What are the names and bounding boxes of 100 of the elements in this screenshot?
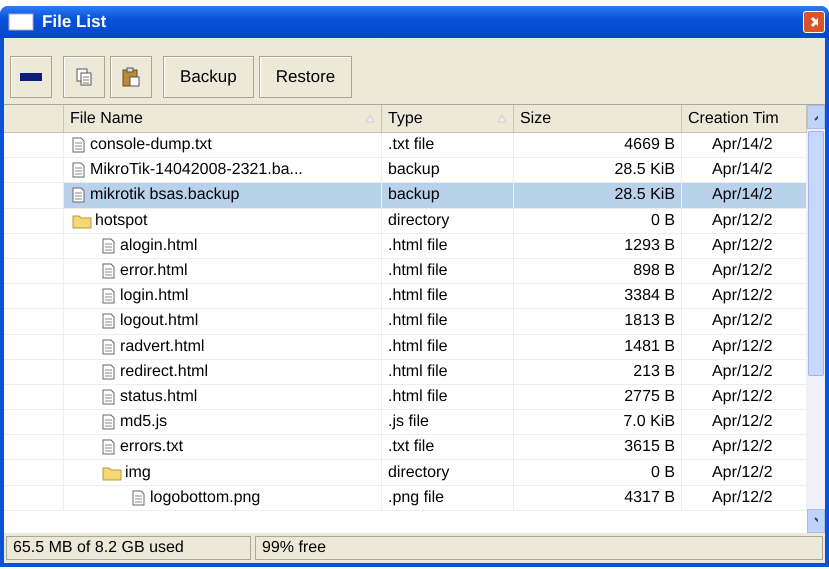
file-icon <box>102 364 115 380</box>
file-row[interactable]: logobottom.png .png file 4317 B Apr/12/2 <box>4 486 807 511</box>
file-type: .html file <box>388 311 448 332</box>
file-row[interactable]: login.html .html file 3384 B Apr/12/2 <box>4 284 807 310</box>
file-size: 28.5 KiB <box>614 185 675 206</box>
file-type: backup <box>388 160 440 180</box>
file-icon <box>132 490 145 506</box>
file-type: .html file <box>388 362 448 382</box>
file-size: 1481 B <box>624 336 675 357</box>
file-size: 0 B <box>650 210 675 231</box>
sort-icon <box>497 114 507 123</box>
file-type: directory <box>388 462 450 483</box>
file-icon <box>102 238 115 254</box>
file-size: 1813 B <box>624 311 675 332</box>
copy-icon <box>76 68 92 86</box>
file-name: logout.html <box>120 311 198 332</box>
minus-icon <box>20 73 42 81</box>
window-icon <box>8 13 34 31</box>
file-type: .html file <box>388 286 448 306</box>
creation-time: Apr/12/2 <box>712 462 772 483</box>
creation-time: Apr/12/2 <box>712 488 772 508</box>
file-name: radvert.html <box>120 336 204 357</box>
file-type: .html file <box>388 336 448 357</box>
file-type: directory <box>388 210 450 231</box>
creation-time: Apr/12/2 <box>712 336 772 357</box>
paste-icon <box>122 67 140 87</box>
creation-time: Apr/12/2 <box>712 236 772 256</box>
file-row[interactable]: redirect.html .html file 213 B Apr/12/2 <box>4 360 807 385</box>
file-row[interactable]: error.html .html file 898 B Apr/12/2 <box>4 258 807 284</box>
creation-time: Apr/14/2 <box>712 160 772 180</box>
file-row[interactable]: alogin.html .html file 1293 B Apr/12/2 <box>4 234 807 259</box>
file-name: logobottom.png <box>150 488 260 508</box>
scrollbar-thumb[interactable] <box>808 131 824 376</box>
window-title: File List <box>42 11 106 34</box>
file-row[interactable]: radvert.html .html file 1481 B Apr/12/2 <box>4 334 807 360</box>
file-icon <box>102 313 115 330</box>
file-type: .png file <box>388 488 444 508</box>
file-size: 7.0 KiB <box>623 412 675 432</box>
file-icon <box>72 137 85 154</box>
file-row[interactable]: logout.html .html file 1813 B Apr/12/2 <box>4 309 807 334</box>
file-icon <box>102 263 115 280</box>
file-size: 4317 B <box>624 488 675 508</box>
file-size: 2775 B <box>624 386 675 407</box>
file-name: errors.txt <box>120 437 184 458</box>
creation-time: Apr/12/2 <box>712 261 772 282</box>
creation-time: Apr/12/2 <box>712 311 772 332</box>
file-type: .html file <box>388 261 448 282</box>
file-row[interactable]: errors.txt .txt file 3615 B Apr/12/2 <box>4 435 807 460</box>
file-icon <box>72 162 85 178</box>
folder-name: hotspot <box>95 210 148 231</box>
copy-button[interactable] <box>63 56 105 98</box>
file-icon <box>102 288 115 304</box>
file-size: 3384 B <box>624 286 675 306</box>
file-size: 898 B <box>633 261 675 282</box>
close-icon <box>810 16 818 28</box>
file-type: .txt file <box>388 135 434 156</box>
file-name: alogin.html <box>120 236 198 256</box>
close-button[interactable] <box>803 11 825 33</box>
disk-usage: 65.5 MB of 8.2 GB used <box>6 536 251 560</box>
folder-icon <box>102 464 122 481</box>
file-row[interactable]: img directory 0 B Apr/12/2 <box>4 460 807 486</box>
header-corner <box>4 105 64 133</box>
creation-time: Apr/12/2 <box>712 386 772 407</box>
remove-button[interactable] <box>10 56 52 98</box>
file-icon <box>102 388 115 405</box>
paste-button[interactable] <box>110 56 152 98</box>
creation-time: Apr/12/2 <box>712 362 772 382</box>
file-icon <box>102 338 115 355</box>
file-size: 3615 B <box>624 437 675 458</box>
file-type: .txt file <box>388 437 434 458</box>
file-size: 0 B <box>650 462 675 483</box>
creation-time: Apr/14/2 <box>712 135 772 156</box>
creation-time: Apr/12/2 <box>712 437 772 458</box>
file-name: login.html <box>120 286 188 306</box>
column-header[interactable]: File Name <box>64 105 382 133</box>
file-name: redirect.html <box>120 362 208 382</box>
folder-icon <box>72 212 92 229</box>
free-space: 99% free <box>255 536 823 560</box>
file-size: 28.5 KiB <box>614 160 675 180</box>
file-size: 4669 B <box>624 135 675 156</box>
sort-icon <box>365 114 375 123</box>
file-row[interactable]: status.html .html file 2775 B Apr/12/2 <box>4 384 807 410</box>
file-row[interactable]: md5.js .js file 7.0 KiB Apr/12/2 <box>4 410 807 436</box>
file-name: console-dump.txt <box>90 135 212 156</box>
creation-time: Apr/12/2 <box>712 286 772 306</box>
file-type: backup <box>388 185 440 206</box>
restore-button[interactable]: Restore <box>258 56 352 98</box>
file-name: md5.js <box>120 412 168 432</box>
column-header[interactable]: Type <box>382 105 514 133</box>
file-name: status.html <box>120 386 198 407</box>
backup-button[interactable]: Backup <box>163 56 254 98</box>
file-type: .html file <box>388 236 448 256</box>
file-name: MikroTik-14042008-2321.ba... <box>90 160 303 180</box>
file-name: error.html <box>120 261 188 282</box>
column-header[interactable]: Size <box>514 105 682 133</box>
creation-time: Apr/12/2 <box>712 210 772 231</box>
file-row[interactable]: mikrotik bsas.backup backup 28.5 KiB Apr/14/2 <box>4 183 807 209</box>
file-row[interactable]: console-dump.txt .txt file 4669 B Apr/14/2 <box>4 133 807 158</box>
creation-time: Apr/14/2 <box>712 185 772 206</box>
file-row[interactable]: hotspot directory 0 B Apr/12/2 <box>4 208 807 234</box>
